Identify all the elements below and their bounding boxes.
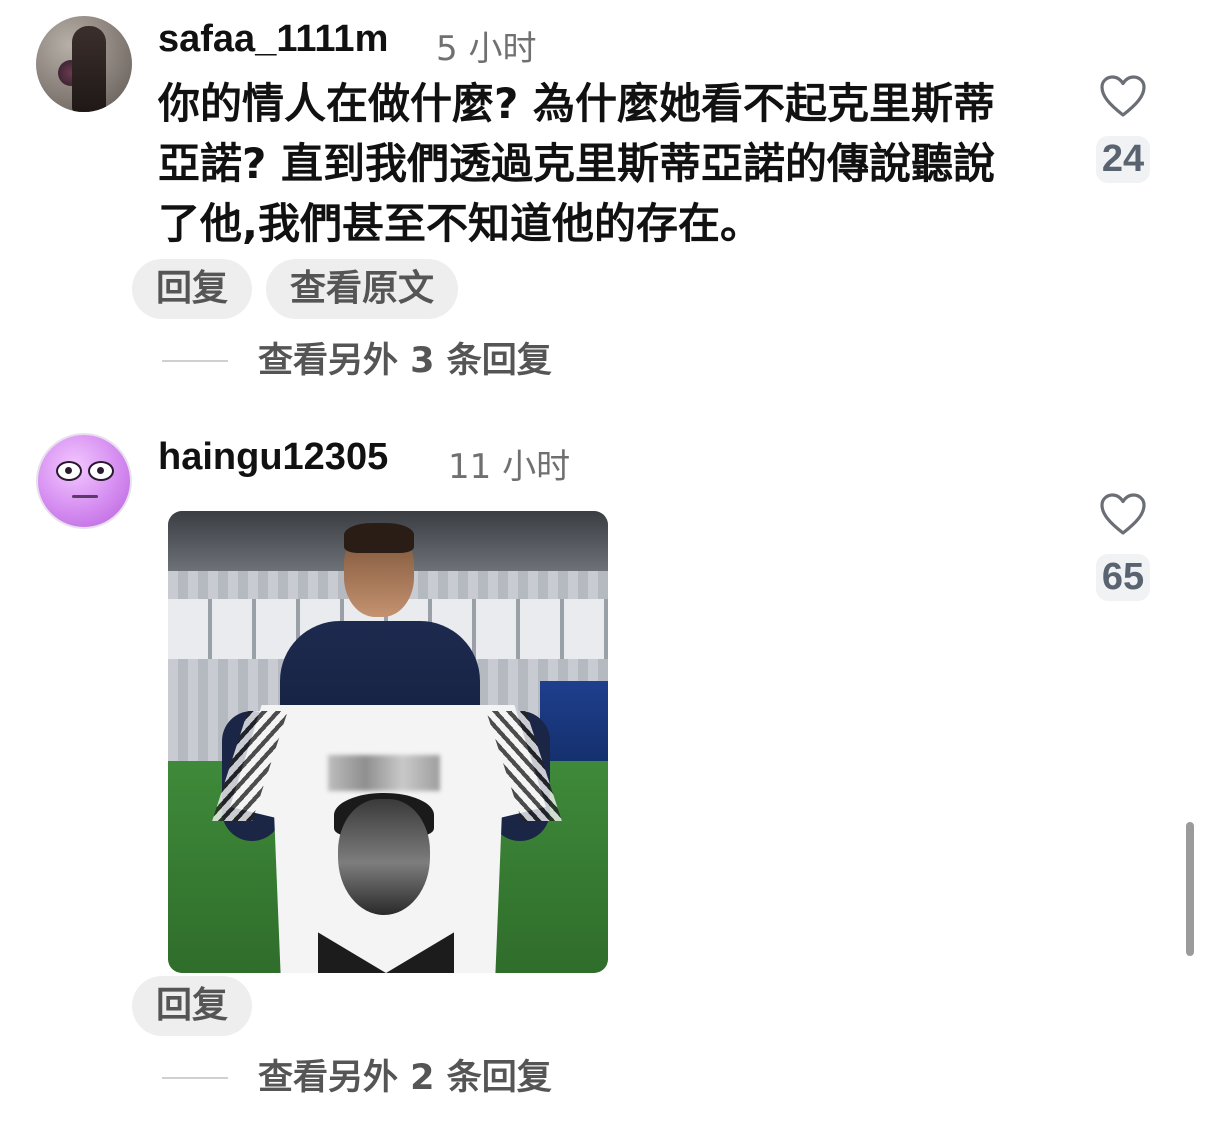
divider (162, 1077, 228, 1079)
view-more-replies-label: 查看另外 2 条回复 (258, 1058, 552, 1098)
comment-item: safaa_1111m 5 小时 你的情人在做什麼? 為什麼她看不起克里斯蒂亞諾… (0, 0, 1206, 400)
reply-button[interactable]: 回复 (132, 259, 253, 319)
view-more-replies-label: 查看另外 3 条回复 (258, 341, 552, 381)
portrait-face (338, 799, 430, 915)
scrollbar[interactable] (1186, 822, 1194, 956)
eye-graphic (88, 461, 114, 481)
divider (162, 360, 228, 362)
like-area: 24 (1078, 74, 1168, 183)
username[interactable]: safaa_1111m (158, 18, 388, 61)
player-hair (344, 523, 414, 553)
heart-outline-icon[interactable] (1099, 492, 1147, 536)
avatar[interactable] (36, 433, 132, 529)
mouth-graphic (72, 495, 98, 498)
like-area: 65 (1078, 492, 1168, 601)
reply-button[interactable]: 回复 (132, 976, 253, 1036)
avatar[interactable] (36, 16, 132, 112)
like-count: 65 (1095, 554, 1151, 601)
comment-text: 你的情人在做什麼? 為什麼她看不起克里斯蒂亞諾? 直到我們透過克里斯蒂亞諾的傳說… (158, 79, 995, 248)
banner-board (540, 681, 608, 761)
heart-outline-icon[interactable] (1099, 74, 1147, 118)
username[interactable]: haingu12305 (158, 436, 388, 479)
eye-graphic (56, 461, 82, 481)
like-count: 24 (1095, 136, 1151, 183)
view-original-button[interactable]: 查看原文 (266, 259, 459, 319)
person-figure-graphic (72, 26, 106, 112)
blurred-name (328, 755, 440, 791)
timestamp: 5 小时 (436, 29, 537, 69)
attached-image[interactable] (168, 511, 608, 973)
timestamp: 11 小时 (448, 447, 571, 487)
